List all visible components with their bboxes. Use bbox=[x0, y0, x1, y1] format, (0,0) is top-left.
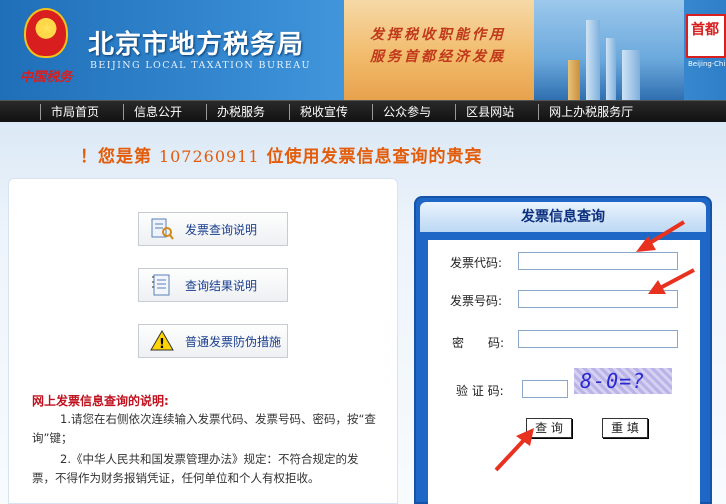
invoice-code-input[interactable] bbox=[518, 252, 678, 270]
nav-online-tax-hall[interactable]: 网上办税服务厅 bbox=[538, 103, 645, 120]
query-title: 发票信息查询 bbox=[521, 209, 605, 225]
password-input[interactable] bbox=[518, 330, 678, 348]
invoice-query-help-label: 发票查询说明 bbox=[185, 222, 258, 237]
invoice-number-input[interactable] bbox=[518, 290, 678, 308]
result-help-link[interactable]: 查询结果说明 bbox=[138, 268, 288, 302]
skyline-tower bbox=[622, 50, 640, 100]
nav-tax-service[interactable]: 办税服务 bbox=[206, 103, 277, 120]
nav-district-sites[interactable]: 区县网站 bbox=[455, 103, 526, 120]
nav-info-disclosure[interactable]: 信息公开 bbox=[123, 103, 194, 120]
capital-logo: 首都 bbox=[686, 14, 726, 58]
main-nav: 市局首页 信息公开 办税服务 税收宣传 公众参与 区县网站 网上办税服务厅 bbox=[0, 100, 726, 122]
captcha-label: 验 证 码: bbox=[456, 384, 504, 398]
skyline-tower bbox=[606, 38, 616, 100]
note-item-2: 2.《中华人民共和国发票管理办法》规定：不符合规定的发票，不得作为财务报销凭证，… bbox=[32, 452, 359, 485]
bureau-name-english: BEIJING LOCAL TAXATION BUREAU bbox=[90, 60, 311, 71]
tax-tagline: 中国税务 bbox=[20, 70, 73, 85]
svg-text:!: ! bbox=[159, 337, 165, 352]
warning-icon: ! bbox=[147, 328, 177, 354]
welcome-suffix: 位使用发票信息查询的贵宾 bbox=[266, 147, 483, 167]
anti-fake-measures-link[interactable]: ! 普通发票防伪措施 bbox=[138, 324, 288, 358]
anti-fake-measures-label: 普通发票防伪措施 bbox=[185, 334, 282, 349]
invoice-query-help-link[interactable]: 发票查询说明 bbox=[138, 212, 288, 246]
bureau-name: 北京市地方税务局 bbox=[88, 30, 305, 60]
note-item-1: 1.请您在右侧依次连续输入发票代码、发票号码、密码，按“查询”键； bbox=[32, 412, 376, 445]
capital-logo-english: Beijing·Chi bbox=[688, 60, 726, 68]
welcome-prefix: ！您是第 bbox=[80, 147, 152, 167]
captcha-input[interactable] bbox=[522, 380, 568, 398]
slogan-line-2: 服务首都经济发展 bbox=[370, 49, 506, 65]
nav-tax-promotion[interactable]: 税收宣传 bbox=[289, 103, 360, 120]
captcha-image[interactable]: 8-0=? bbox=[574, 368, 672, 394]
result-help-label: 查询结果说明 bbox=[185, 278, 258, 293]
nav-public-participation[interactable]: 公众参与 bbox=[372, 103, 443, 120]
invoice-code-label: 发票代码: bbox=[450, 256, 503, 270]
nav-home[interactable]: 市局首页 bbox=[40, 103, 111, 120]
password-label: 密 码: bbox=[452, 336, 505, 350]
slogan-line-1: 发挥税收职能作用 bbox=[370, 27, 506, 43]
notebook-icon bbox=[147, 272, 177, 298]
skyline-tower bbox=[586, 20, 600, 100]
notes-title: 网上发票信息查询的说明: bbox=[32, 394, 169, 408]
welcome-message: ！您是第 107260911 位使用发票信息查询的贵宾 bbox=[80, 142, 482, 167]
query-submit-button[interactable]: 查 询 bbox=[526, 418, 572, 438]
national-emblem-icon: ★ bbox=[24, 8, 68, 58]
visitor-count: 107260911 bbox=[158, 147, 260, 166]
skyline-tower bbox=[568, 60, 580, 100]
invoice-number-label: 发票号码: bbox=[450, 294, 503, 308]
document-search-icon bbox=[147, 216, 177, 242]
reset-button[interactable]: 重 填 bbox=[602, 418, 648, 438]
